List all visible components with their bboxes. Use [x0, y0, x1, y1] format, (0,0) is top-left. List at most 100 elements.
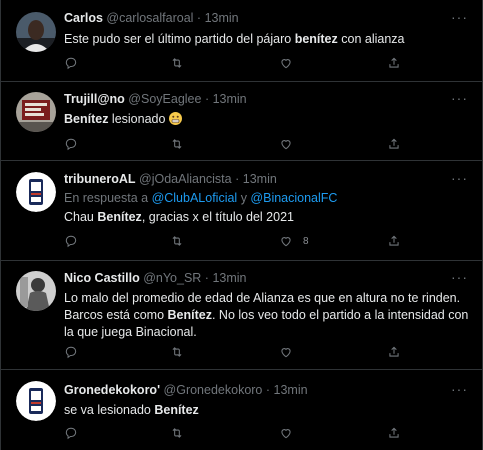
retweet-button[interactable] [170, 345, 184, 359]
reply-button[interactable] [64, 234, 78, 248]
avatar[interactable] [16, 12, 56, 52]
heart-icon [281, 348, 291, 358]
share-icon [389, 346, 399, 357]
tweet-header: Trujill@no @SoyEaglee · 13min [64, 92, 247, 106]
tweet-header: tribuneroAL @jOdaAliancista · 13min [64, 172, 277, 186]
separator: · [265, 383, 271, 397]
author-handle[interactable]: @Gronedekokoro [164, 383, 263, 397]
author-name[interactable]: Trujill@no [64, 92, 125, 106]
tweet-text: Benítez lesionado [64, 111, 470, 128]
share-button[interactable] [387, 345, 401, 359]
author-handle[interactable]: @carlosalfaroal [106, 11, 193, 25]
reply-icon [65, 57, 77, 70]
reply-button[interactable] [64, 426, 78, 440]
highlighted-keyword: Benítez [167, 308, 212, 322]
author-name[interactable]: Carlos [64, 11, 103, 25]
like-button[interactable] [279, 56, 293, 70]
retweet-icon [172, 428, 182, 438]
reply-icon [65, 346, 77, 359]
retweet-icon [172, 347, 182, 357]
reply-context: En respuesta a @ClubALoficial y @Binacio… [64, 191, 337, 205]
highlighted-keyword: Benítez [97, 210, 142, 224]
author-name[interactable]: Nico Castillo [64, 271, 140, 285]
mention-link[interactable]: @BinacionalFC [250, 191, 337, 205]
text-run: Este pudo ser el último partido del pája… [64, 32, 295, 46]
retweet-button[interactable] [170, 426, 184, 440]
more-options-icon[interactable]: ··· [451, 269, 468, 285]
author-name[interactable]: tribuneroAL [64, 172, 136, 186]
more-options-icon[interactable]: ··· [451, 90, 468, 106]
retweet-button[interactable] [170, 234, 184, 248]
tweet-text: Chau Benítez, gracias x el título del 20… [64, 209, 470, 226]
highlighted-keyword: Benítez [64, 112, 109, 126]
heart-icon [281, 429, 291, 439]
grimacing-face-emoji [168, 112, 182, 125]
like-button[interactable] [279, 426, 293, 440]
avatar[interactable] [16, 92, 56, 132]
tweet-text: se va lesionado Benítez [64, 402, 470, 419]
like-count: 8 [303, 235, 309, 247]
highlighted-keyword: Benítez [154, 403, 199, 417]
heart-icon [281, 237, 291, 247]
tweet-actions [64, 345, 404, 361]
more-options-icon[interactable]: ··· [451, 381, 468, 397]
timestamp[interactable]: 13min [205, 11, 239, 25]
reply-button[interactable] [64, 137, 78, 151]
author-name[interactable]: Gronedekokoro' [64, 383, 160, 397]
tweet-actions [64, 137, 404, 153]
text-run: se va lesionado [64, 403, 155, 417]
tweet-actions [64, 56, 404, 72]
reply-button[interactable] [64, 56, 78, 70]
avatar[interactable] [16, 172, 56, 212]
author-handle[interactable]: @SoyEaglee [128, 92, 201, 106]
tweet-header: Gronedekokoro' @Gronedekokoro · 13min [64, 383, 308, 397]
avatar[interactable] [16, 381, 56, 421]
retweet-icon [172, 139, 182, 149]
more-options-icon[interactable]: ··· [451, 9, 468, 25]
share-button[interactable] [387, 234, 401, 248]
timestamp[interactable]: 13min [212, 271, 246, 285]
tweet[interactable]: Carlos @carlosalfaroal · 13min ··· Este … [1, 0, 482, 82]
mention-link[interactable]: @ClubALoficial [152, 191, 238, 205]
reply-button[interactable] [64, 345, 78, 359]
tweet[interactable]: Nico Castillo @nYo_SR · 13min ··· Lo mal… [1, 261, 482, 370]
text-run: con alianza [337, 32, 405, 46]
timestamp[interactable]: 13min [243, 172, 277, 186]
like-button[interactable] [279, 137, 293, 151]
text-run: , gracias x el título del 2021 [141, 210, 294, 224]
timeline: Carlos @carlosalfaroal · 13min ··· Este … [0, 0, 483, 450]
tweet-header: Nico Castillo @nYo_SR · 13min [64, 271, 247, 285]
tweet[interactable]: Trujill@no @SoyEaglee · 13min ··· Beníte… [1, 82, 482, 161]
retweet-icon [172, 236, 182, 246]
like-button[interactable] [279, 345, 293, 359]
share-button[interactable] [387, 426, 401, 440]
more-options-icon[interactable]: ··· [451, 170, 468, 186]
timestamp[interactable]: 13min [213, 92, 247, 106]
share-button[interactable] [387, 137, 401, 151]
author-handle[interactable]: @jOdaAliancista [139, 172, 232, 186]
reply-icon [65, 427, 77, 440]
author-handle[interactable]: @nYo_SR [143, 271, 201, 285]
tweet-header: Carlos @carlosalfaroal · 13min [64, 11, 239, 25]
tweet[interactable]: Gronedekokoro' @Gronedekokoro · 13min ··… [1, 370, 482, 450]
text-run: Chau [64, 210, 98, 224]
separator: · [204, 92, 210, 106]
like-button[interactable]: 8 [279, 234, 309, 248]
share-button[interactable] [387, 56, 401, 70]
text-run: lesionado [108, 112, 169, 126]
timestamp[interactable]: 13min [274, 383, 308, 397]
retweet-button[interactable] [170, 56, 184, 70]
retweet-button[interactable] [170, 137, 184, 151]
separator: · [235, 172, 240, 186]
share-icon [389, 57, 399, 68]
retweet-icon [172, 58, 182, 68]
tweet-actions [64, 426, 404, 442]
share-icon [389, 427, 399, 438]
tweet[interactable]: tribuneroAL @jOdaAliancista · 13min ··· … [1, 161, 482, 261]
avatar[interactable] [16, 271, 56, 311]
share-icon [389, 235, 399, 246]
heart-icon [281, 59, 291, 69]
tweet-text: Lo malo del promedio de edad de Alianza … [64, 290, 470, 341]
reply-icon [65, 138, 77, 151]
reply-prefix: En respuesta a [64, 191, 152, 205]
